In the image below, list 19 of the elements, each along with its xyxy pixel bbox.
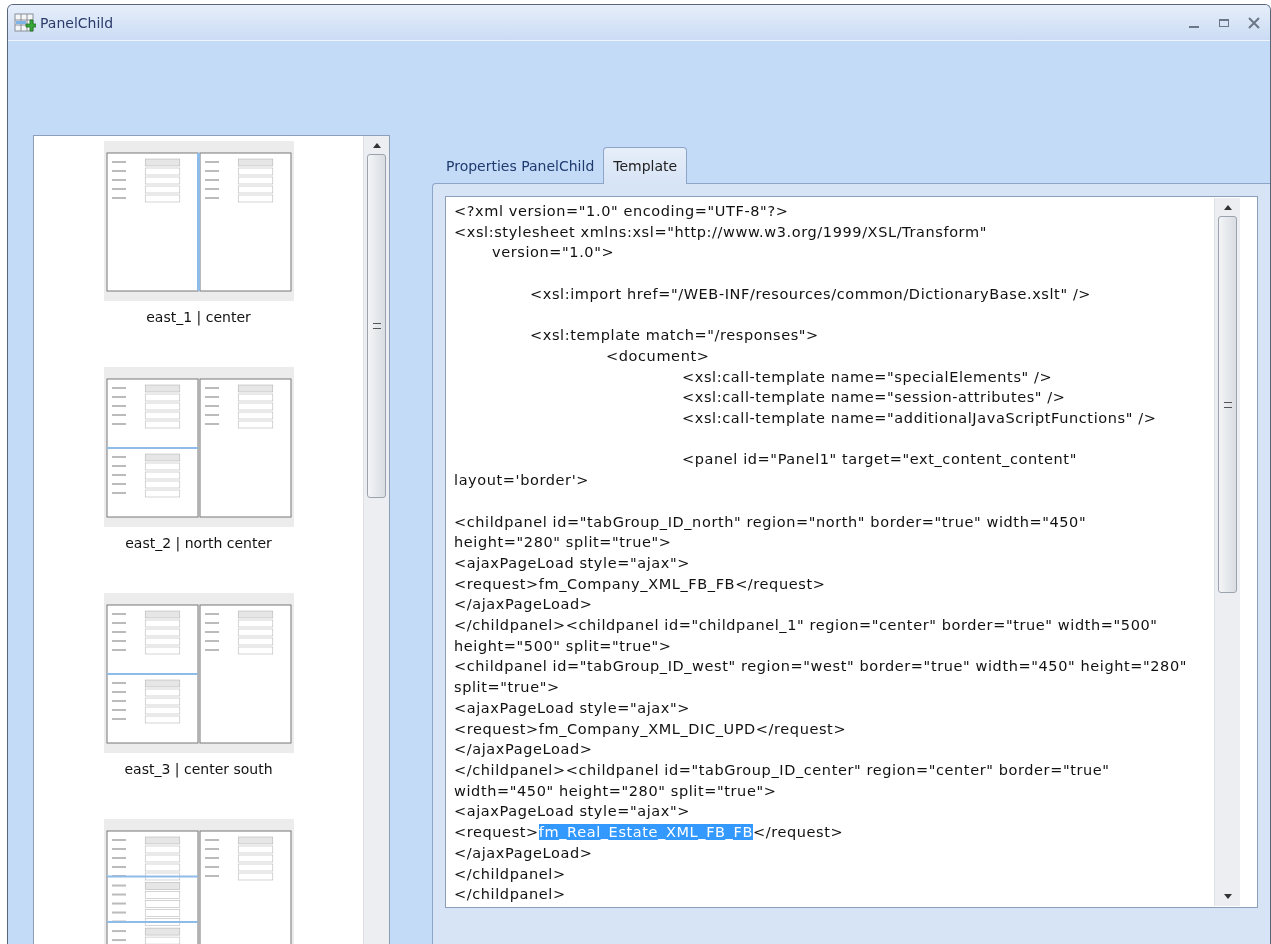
grid-plus-icon — [14, 12, 36, 33]
scroll-up-arrow-icon[interactable] — [372, 142, 381, 148]
tab[interactable]: Template — [603, 147, 688, 184]
panel-layout-drawing[interactable] — [103, 819, 294, 944]
panel-layout-drawing[interactable] — [103, 593, 294, 753]
scrollbar-thumb[interactable] — [1218, 216, 1237, 593]
tab[interactable]: Properties PanelChild — [437, 148, 604, 183]
scroll-up-arrow-icon[interactable] — [1223, 204, 1232, 210]
scroll-down-arrow-icon[interactable] — [1223, 894, 1232, 900]
window-title: PanelChild — [40, 14, 114, 31]
code-text: <?xml version="1.0" encoding="UTF-8"?> <xsl:stylesheet xmlns:xsl="http://www.w3.org/1999/XSL/Transform" version="1.0"> <xsl:import href="/WEB-INF/resources/common/DictionaryBase.xslt" /> <xsl:template match="/responses"> <document> <xsl:call-template name="specialElements" /> <xsl:call-template name="session-attributes" /> <xsl:call-template name="additionalJavaScriptFunctions" /> <panel id="Panel1" target="ext_content_content" layout='border'> <childpanel id="tabGroup_ID_north" region="north" border="true" width="450" height="280" split="true"> <ajaxPageLoad style="ajax"> <request>fm_Company_XML_FB_FB</request> </ajaxPageLoad> </childpanel><childpanel id="childpanel_1" region="center" border="true" width="500" height="500" split="true"> <childpanel id="tabGroup_ID_west" region="west" border="true" width="450" height="280" split="true"> <ajaxPageLoad style="ajax"> <request>fm_Company_XML_DIC_UPD</request> </ajaxPageLoad> </childpanel><childpanel id="tabGroup_ID_center" region="center" border="true" width="450" height="280" split="true"> <ajaxPageLoad style="ajax"> <request>fm_Real_Estate_XML_FB_FB</request> </ajaxPageLoad> </childpanel> </childpanel> — [453, 202, 1189, 905]
scrollbar[interactable] — [1214, 198, 1240, 906]
scrollbar-thumb[interactable] — [367, 154, 386, 498]
panel-layout-drawing[interactable] — [103, 367, 294, 527]
layout-label: east_2 | north center — [125, 535, 272, 551]
panel-layout-drawing[interactable] — [103, 141, 294, 301]
scrollbar[interactable] — [363, 136, 389, 944]
layout-label: east_3 | center south — [124, 761, 273, 777]
layout-label: east_1 | center — [146, 309, 251, 325]
